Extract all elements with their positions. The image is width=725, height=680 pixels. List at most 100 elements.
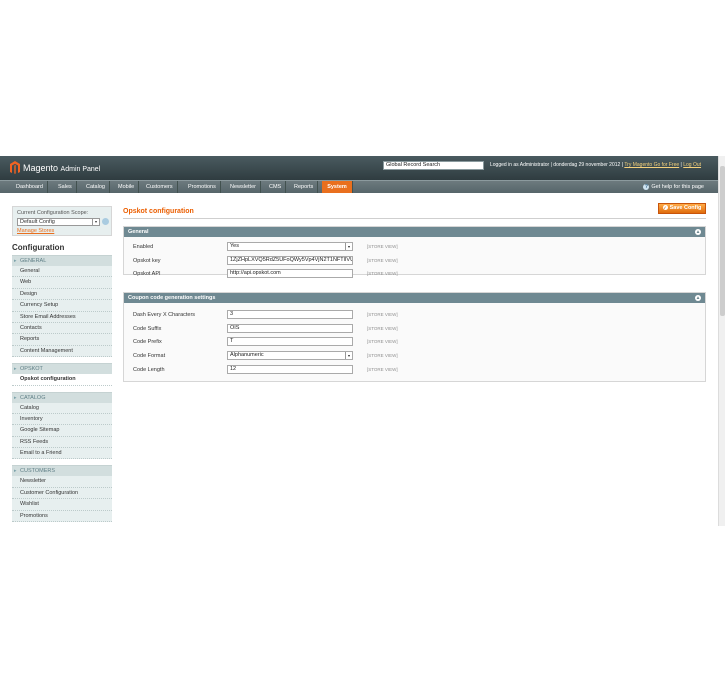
- help-icon[interactable]: [102, 218, 109, 225]
- page-title: Opskot configuration: [123, 208, 194, 215]
- store-view-scope: [STORE VIEW]: [367, 339, 398, 345]
- sidebar-item-opskot-configuration[interactable]: Opskot configuration: [12, 374, 112, 386]
- panel-text: Admin Panel: [60, 165, 101, 173]
- configuration-title: Configuration: [12, 243, 65, 252]
- dash-every-input[interactable]: 3: [227, 310, 353, 319]
- check-icon: ✓: [662, 205, 668, 211]
- field-row: Code Length 12 [STORE VIEW]: [124, 364, 705, 378]
- collapse-icon[interactable]: ▴: [695, 295, 701, 301]
- help-icon: ?: [643, 184, 650, 190]
- nav-catalog[interactable]: Catalog: [82, 181, 110, 193]
- config-sidebar: GENERAL General Web Design Currency Setu…: [12, 255, 112, 523]
- global-search-input[interactable]: Global Record Search: [383, 161, 484, 170]
- scope-switcher: Current Configuration Scope: Default Con…: [12, 206, 112, 236]
- main-nav: Dashboard Sales Catalog Mobile Customers…: [0, 180, 718, 193]
- manage-stores-link[interactable]: Manage Stores: [17, 228, 54, 234]
- field-row: Enabled Yes ▾ [STORE VIEW]: [124, 241, 705, 255]
- sidebar-item-general[interactable]: General: [12, 266, 112, 278]
- store-view-scope: [STORE VIEW]: [367, 366, 398, 372]
- section-general[interactable]: GENERAL: [12, 255, 112, 267]
- chevron-down-icon: ▾: [345, 243, 352, 250]
- nav-sales[interactable]: Sales: [54, 181, 77, 193]
- sidebar-item-store-email[interactable]: Store Email Addresses: [12, 311, 112, 323]
- opskot-api-input[interactable]: http://api.opskot.com: [227, 269, 353, 279]
- nav-newsletter[interactable]: Newsletter: [226, 181, 261, 193]
- sidebar-item-currency[interactable]: Currency Setup: [12, 300, 112, 312]
- sidebar-item-newsletter[interactable]: Newsletter: [12, 476, 112, 488]
- sidebar-item-customer-configuration[interactable]: Customer Configuration: [12, 487, 112, 500]
- field-label-code-format: Code Format: [133, 353, 166, 360]
- fieldset-coupon-settings: Coupon code generation settings ▴ Dash E…: [123, 292, 706, 382]
- field-label-code-suffix: Code Suffix: [133, 325, 162, 332]
- scrollbar-thumb[interactable]: [720, 166, 725, 316]
- logged-in-text: Logged in as Administrator: [490, 162, 550, 168]
- field-row: Opskot key 1ZjZHpLXVQ5RdZ5UFoQWy5Vp4VjN2…: [124, 255, 705, 269]
- sidebar-item-catalog[interactable]: Catalog: [12, 402, 112, 414]
- store-view-scope: [STORE VIEW]: [367, 353, 398, 359]
- opskot-key-input[interactable]: 1ZjZHpLXVQ5RdZ5UFoQWy5Vp4VjN2T1NFTlIVUl: [227, 255, 353, 265]
- field-label-dash-every: Dash Every X Characters: [133, 312, 196, 318]
- nav-customers[interactable]: Customers: [142, 181, 178, 193]
- logout-link[interactable]: Log Out: [683, 162, 701, 168]
- scope-select[interactable]: Default Config ▾: [17, 218, 100, 226]
- code-format-select[interactable]: Alphanumeric ▾: [227, 351, 353, 361]
- magento-logo[interactable]: Magento Admin Panel: [10, 161, 100, 174]
- field-row: Code Suffix OIS [STORE VIEW]: [124, 323, 705, 337]
- fieldset-coupon-header[interactable]: Coupon code generation settings ▴: [124, 293, 705, 303]
- logo-text: Magento: [23, 162, 59, 173]
- sidebar-item-reports[interactable]: Reports: [12, 334, 112, 346]
- fieldset-general-header[interactable]: General ▴: [124, 227, 705, 237]
- header-user-links: Logged in as Administrator | donderdag 2…: [490, 162, 702, 168]
- scope-label: Current Configuration Scope:: [17, 210, 89, 216]
- sidebar-item-promotions[interactable]: Promotions: [12, 510, 112, 523]
- field-row: Opskot API http://api.opskot.com [STORE …: [124, 268, 705, 282]
- help-link[interactable]: ? Get help for this page: [643, 181, 704, 193]
- nav-dashboard[interactable]: Dashboard: [12, 181, 48, 193]
- section-customers[interactable]: CUSTOMERS: [12, 465, 112, 477]
- nav-system[interactable]: System: [322, 181, 353, 193]
- sidebar-item-wishlist[interactable]: Wishlist: [12, 499, 112, 511]
- field-label-enabled: Enabled: [133, 244, 154, 250]
- code-length-input[interactable]: 12: [227, 364, 353, 374]
- save-config-button[interactable]: ✓ Save Config: [658, 203, 706, 214]
- sidebar-item-content-management[interactable]: Content Management: [12, 345, 112, 358]
- field-row: Code Format Alphanumeric ▾ [STORE VIEW]: [124, 350, 705, 364]
- collapse-icon[interactable]: ▴: [695, 229, 701, 235]
- code-suffix-input[interactable]: OIS: [227, 323, 353, 333]
- nav-reports[interactable]: Reports: [290, 181, 319, 193]
- sidebar-item-google-sitemap[interactable]: Google Sitemap: [12, 425, 112, 437]
- section-opskot[interactable]: OPSKOT: [12, 363, 112, 375]
- admin-header: Magento Admin Panel Global Record Search…: [0, 156, 718, 180]
- header-date: donderdag 29 november 2012: [553, 162, 621, 168]
- store-view-scope: [STORE VIEW]: [367, 325, 398, 331]
- field-label-code-prefix: Code Prefix: [133, 339, 162, 346]
- code-prefix-input[interactable]: T: [227, 337, 353, 347]
- nav-cms[interactable]: CMS: [265, 181, 287, 193]
- chevron-down-icon: ▾: [345, 352, 352, 360]
- sidebar-item-rss-feeds[interactable]: RSS Feeds: [12, 436, 112, 449]
- store-view-scope: [STORE VIEW]: [367, 312, 398, 317]
- field-row: Code Prefix T [STORE VIEW]: [124, 336, 705, 350]
- page-scrollbar[interactable]: [718, 156, 725, 526]
- sidebar-item-email-friend[interactable]: Email to a Friend: [12, 448, 112, 460]
- store-view-scope: [STORE VIEW]: [367, 271, 398, 277]
- store-view-scope: [STORE VIEW]: [367, 244, 398, 249]
- field-label-code-length: Code Length: [133, 366, 165, 373]
- sidebar-item-web[interactable]: Web: [12, 277, 112, 289]
- store-view-scope: [STORE VIEW]: [367, 257, 398, 263]
- fieldset-general: General ▴ Enabled Yes ▾ [STORE VIEW] Opsk…: [123, 226, 706, 279]
- magento-logo-icon: [10, 161, 20, 174]
- sidebar-item-inventory[interactable]: Inventory: [12, 413, 112, 426]
- admin-screenshot: Magento Admin Panel Global Record Search…: [0, 156, 725, 526]
- section-catalog[interactable]: CATALOG: [12, 391, 112, 404]
- field-label-opskot-key: Opskot key: [133, 257, 161, 264]
- field-label-opskot-api: Opskot API: [133, 271, 161, 278]
- sidebar-item-design[interactable]: Design: [12, 288, 112, 301]
- nav-mobile[interactable]: Mobile: [114, 181, 140, 193]
- title-divider: [123, 218, 706, 219]
- field-row: Dash Every X Characters 3 [STORE VIEW]: [124, 309, 705, 323]
- nav-promotions[interactable]: Promotions: [184, 181, 221, 193]
- enabled-select[interactable]: Yes ▾: [227, 242, 353, 251]
- sidebar-item-contacts[interactable]: Contacts: [12, 322, 112, 335]
- try-magento-go-link[interactable]: Try Magento Go for Free: [624, 162, 679, 168]
